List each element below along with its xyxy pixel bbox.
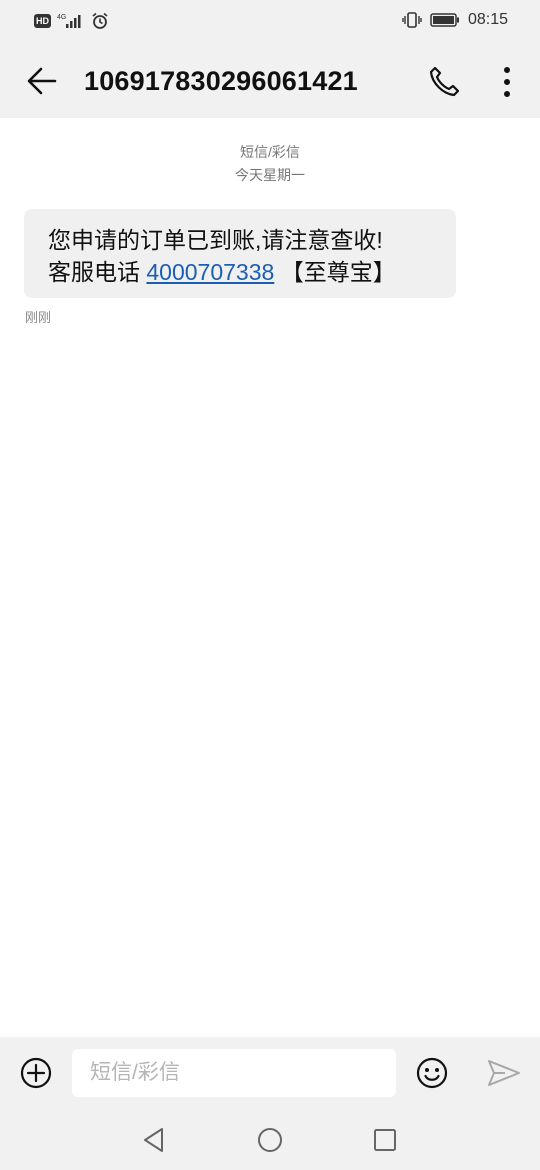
emoji-icon [416, 1057, 448, 1089]
back-button[interactable] [24, 63, 60, 99]
message-signature: 【至尊宝】 [274, 259, 396, 285]
back-arrow-icon [27, 67, 57, 95]
nav-recents-button[interactable] [371, 1126, 399, 1154]
message-bubble[interactable]: 您申请的订单已到账,请注意查收! 客服电话 4000707338 【至尊宝】 [24, 209, 456, 298]
nav-recents-icon [374, 1129, 396, 1151]
phone-icon [429, 66, 460, 97]
conversation-header: 短信/彩信 今天星期一 [0, 142, 540, 185]
call-button[interactable] [424, 62, 464, 102]
message-line-2: 客服电话 4000707338 【至尊宝】 [48, 256, 432, 288]
emoji-button[interactable] [414, 1055, 450, 1091]
message-timestamp: 刚刚 [25, 310, 52, 325]
nav-back-icon [144, 1128, 163, 1152]
network-type-label: 4G [57, 14, 66, 21]
vibrate-icon [402, 11, 422, 29]
more-options-button[interactable] [492, 62, 522, 102]
signal-icon: 4G [57, 12, 85, 30]
send-icon [488, 1060, 520, 1086]
send-button[interactable] [485, 1055, 523, 1091]
attach-button[interactable] [18, 1055, 54, 1091]
compose-bar [0, 1037, 540, 1110]
date-label: 今天星期一 [235, 167, 305, 183]
message-prefix: 客服电话 [48, 259, 147, 285]
contact-title: 106917830296061421 [84, 66, 358, 96]
alarm-icon [91, 12, 109, 30]
message-input[interactable] [72, 1049, 396, 1097]
message-line-1: 您申请的订单已到账,请注意查收! [48, 227, 383, 253]
status-right: 08:15 [402, 11, 508, 29]
navigation-bar [0, 1110, 540, 1170]
add-circle-icon [20, 1057, 52, 1089]
phone-number-link[interactable]: 4000707338 [146, 259, 274, 285]
more-vertical-icon [504, 67, 510, 97]
message-type-label: 短信/彩信 [240, 144, 300, 160]
nav-home-icon [258, 1128, 282, 1152]
battery-icon [430, 12, 460, 28]
nav-home-button[interactable] [256, 1126, 284, 1154]
clock: 08:15 [467, 11, 508, 28]
status-left: HD 4G [34, 12, 109, 30]
hd-icon: HD [34, 14, 51, 28]
status-bar: HD 4G 08:15 [0, 0, 540, 44]
app-bar: 106917830296061421 [0, 44, 540, 118]
nav-back-button[interactable] [140, 1126, 168, 1154]
